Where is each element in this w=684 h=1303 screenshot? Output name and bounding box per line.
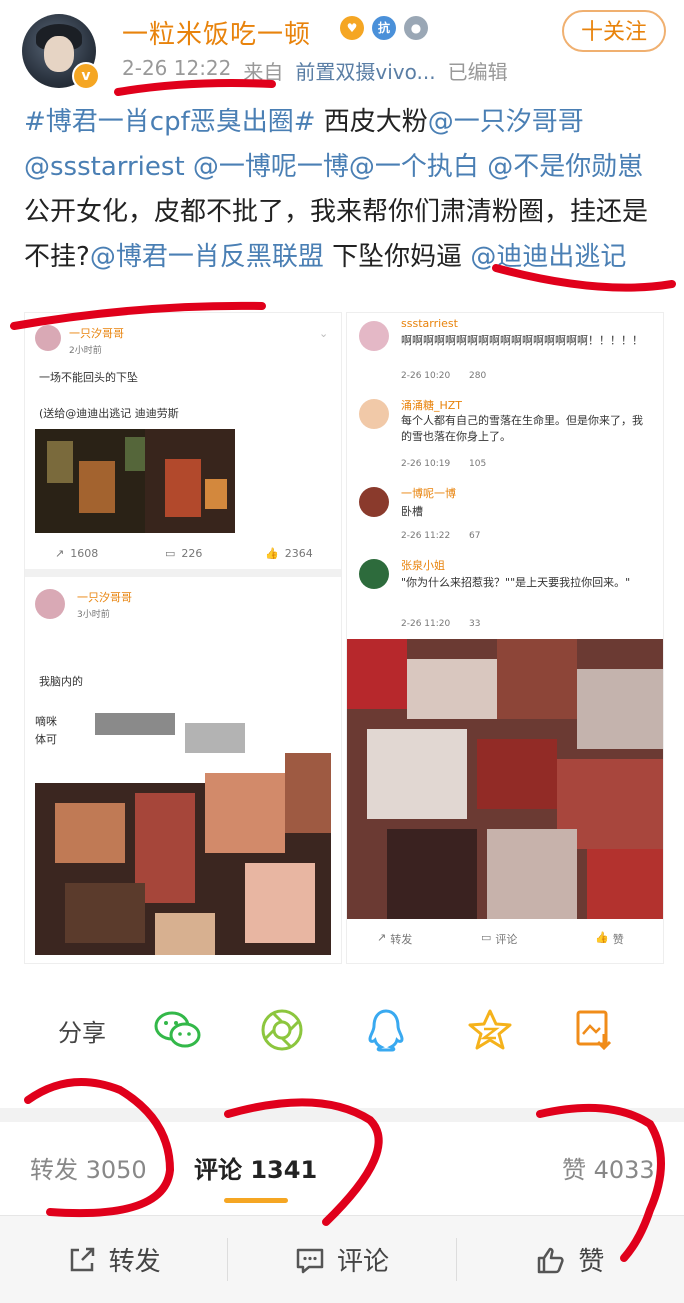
verified-badge-icon: v [72,62,100,90]
save-image-icon[interactable] [568,1004,620,1056]
comment-username: ssstarriest [401,317,458,330]
thumb-image-pixelated [35,713,331,955]
comment-time: 2-26 10:20 [401,371,451,381]
repost-icon [70,1247,94,1271]
annotation-stroke [24,1078,175,1218]
user-badges: ♥ 抗 ● [340,16,428,40]
comment-time: 2-26 10:19 [401,459,451,469]
moments-icon[interactable] [256,1004,308,1056]
thumb-comment: ▭ 评论 [481,931,518,946]
thumbs-up-icon: 👍 [595,931,609,944]
mention-link[interactable]: @一个执白 [349,152,479,182]
thumb-username: 一只汐哥哥 [77,591,132,604]
source-prefix: 来自 [243,60,284,84]
avatar [35,325,61,351]
bottom-action-bar: 转发 评论 赞 [0,1215,684,1303]
tab-repost[interactable]: 转发 3050 [30,1150,147,1185]
active-tab-indicator [224,1198,288,1203]
post-text-segment: 下坠你妈逼 [323,242,463,272]
fan-badge-icon: ♥ [340,16,364,40]
thumb-text: (送给@迪迪出逃记 迪迪劳斯 [39,407,179,420]
avatar [359,559,389,589]
repost-label: 转发 [108,1247,161,1277]
wechat-icon[interactable] [152,1004,204,1056]
thumb-text: 我脑内的 [39,675,83,688]
comment-time: 2-26 11:22 [401,531,451,541]
comment-username: 张泉小姐 [401,559,445,572]
share-label: 分享 [58,1018,106,1047]
like-label: 赞 [578,1247,605,1277]
like-button[interactable]: 赞 [457,1216,684,1303]
comment-likes: 280 [469,371,487,381]
thumb-like: 👍 赞 [595,931,624,946]
qq-icon[interactable] [360,1004,412,1056]
thumb-image [35,429,235,533]
attached-image-left[interactable]: 一只汐哥哥 2小时前 ⌄ 一场不能回头的下坠 (送给@迪迪出逃记 迪迪劳斯 ↗ 1… [24,312,342,964]
comment-likes: 33 [469,619,481,629]
thumb-image-pixelated [347,639,663,919]
username[interactable]: 一粒米饭吃一顿 [122,14,311,51]
mention-link[interactable]: @一只汐哥哥 [428,107,584,137]
mention-link[interactable]: @ssstarriest [24,152,185,182]
avatar [359,487,389,517]
comment-icon [296,1248,324,1273]
comment-time: 2-26 11:20 [401,619,451,629]
tab-like[interactable]: 赞 4033 [562,1150,655,1185]
chevron-down-icon: ⌄ [319,327,329,340]
comment-text: 卧槽 [401,505,423,518]
edited-label: 已编辑 [447,60,508,84]
repost-button[interactable]: 转发 [0,1216,227,1303]
thumbs-up-icon [538,1247,564,1273]
comment-text: "你为什么来招惹我？""是上天要我拉你回来。" [401,576,631,589]
thumb-time: 2小时前 [69,346,102,356]
share-row: 分享 [0,990,684,1070]
comment-username: 涌涌糖_HZT [401,399,463,412]
mention-link[interactable]: @博君一肖反黑联盟 [90,242,324,272]
follow-button[interactable]: 十关注 [562,10,666,52]
mention-link[interactable]: @一博呢一博 [185,152,349,182]
timestamp: 2-26 12:22 [122,56,232,80]
repost-icon: ↗ [377,931,387,944]
thumbs-up-icon: 👍 [265,547,279,560]
qzone-icon[interactable] [464,1004,516,1056]
thumb-like: 👍 2364 [265,547,313,560]
comment-text: 每个人都有自己的雪落在生命里。但是你来了，我的雪也落在你身上了。 [401,414,643,443]
thumb-text: 一场不能回头的下坠 [39,371,138,384]
post-text-segment: 西皮大粉 [315,107,428,137]
comment-text: 啊啊啊啊啊啊啊啊啊啊啊啊啊啊啊啊啊！！！！！ [401,334,643,347]
repost-icon: ↗ [55,547,65,560]
thumb-comment: ▭ 226 [165,547,203,560]
mention-link[interactable]: @迪迪出逃记 [470,242,626,272]
avatar [359,321,389,351]
thumb-repost: ↗ 转发 [377,931,413,946]
comment-likes: 105 [469,459,487,469]
comment-icon: ▭ [481,931,492,944]
comment-username: 一博呢一博 [401,487,456,500]
comment-likes: 67 [469,531,481,541]
avatar [359,399,389,429]
thumb-repost: ↗ 1608 [55,547,99,560]
thumb-time: 3小时前 [77,610,110,620]
tab-comment[interactable]: 评论 1341 [194,1150,317,1185]
anti-fraud-badge-icon: 抗 [372,16,396,40]
comment-button[interactable]: 评论 [228,1216,455,1303]
avatar [35,589,65,619]
hashtag-link[interactable]: #博君一肖cpf恶臭出圈# [24,107,316,137]
post-meta: 2-26 12:22 来自 前置双摄vivo... 已编辑 [122,56,508,85]
mention-link[interactable]: @不是你勋崽 [479,152,643,182]
comment-label: 评论 [336,1247,389,1277]
member-badge-icon: ● [404,16,428,40]
post-text: #博君一肖cpf恶臭出圈# 西皮大粉@一只汐哥哥 @ssstarriest @一… [24,100,664,280]
comment-icon: ▭ [165,547,176,560]
attached-image-right[interactable]: ssstarriest 啊啊啊啊啊啊啊啊啊啊啊啊啊啊啊啊啊！！！！！ 2-26 … [346,312,664,964]
source-device[interactable]: 前置双摄vivo... [295,56,435,85]
section-divider [0,1108,684,1122]
thumb-username: 一只汐哥哥 [69,327,124,340]
